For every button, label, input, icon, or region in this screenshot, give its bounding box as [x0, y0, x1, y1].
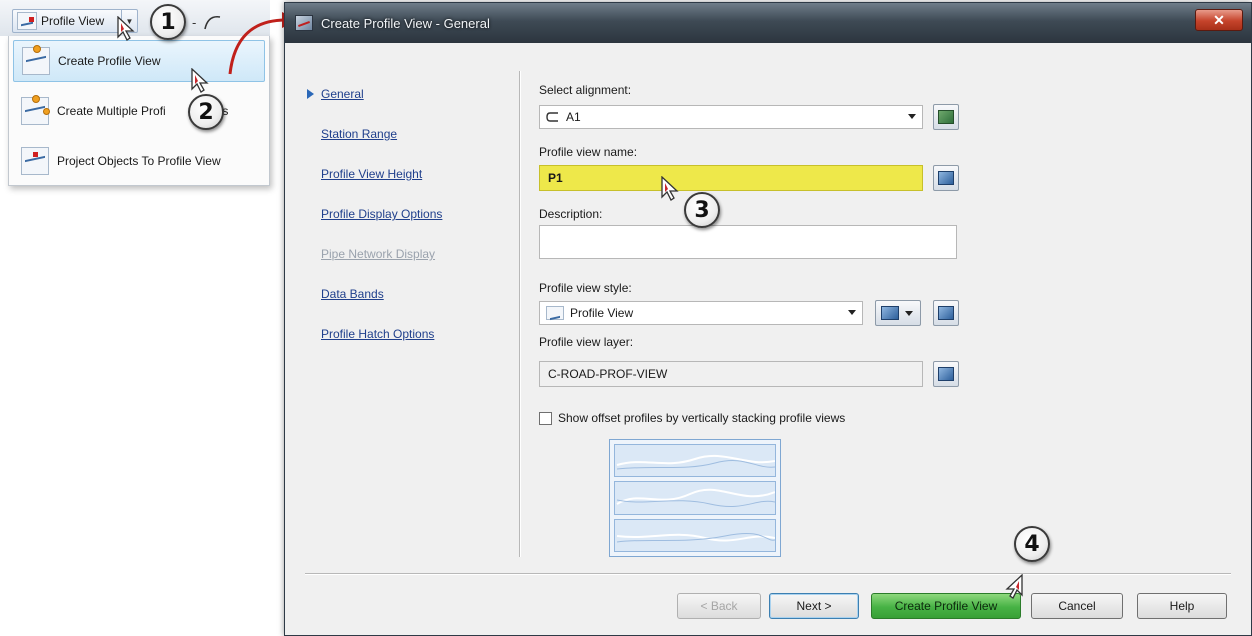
- style-edit-icon: [881, 306, 899, 320]
- button-row-divider: [305, 573, 1231, 575]
- profile-view-split-label: Profile View: [41, 14, 105, 28]
- menu-item-project-objects[interactable]: Project Objects To Profile View: [13, 140, 265, 182]
- callout-4: 4: [1014, 526, 1050, 562]
- description-input[interactable]: [539, 225, 957, 259]
- name-template-icon: [938, 171, 954, 185]
- select-alignment-label: Select alignment:: [539, 83, 632, 97]
- current-page-marker-icon: [307, 89, 314, 99]
- dialog-title: Create Profile View - General: [321, 15, 490, 31]
- curve-tool-icon[interactable]: [202, 13, 222, 31]
- nav-link-data-bands[interactable]: Data Bands: [321, 287, 384, 301]
- preview-panel-bottom: [614, 518, 776, 552]
- create-multiple-profile-views-icon: [21, 95, 50, 125]
- dash-icon[interactable]: -: [192, 15, 196, 30]
- stacking-checkbox-row[interactable]: Show offset profiles by vertically stack…: [539, 411, 845, 425]
- stacking-checkbox[interactable]: [539, 411, 552, 425]
- chevron-down-icon: [908, 114, 916, 119]
- preview-panel-top: [614, 444, 776, 478]
- select-alignment-combo[interactable]: A1: [539, 105, 923, 129]
- wizard-nav: General Station Range Profile View Heigh…: [307, 77, 507, 377]
- mouse-cursor-icon: [117, 16, 135, 41]
- profile-view-style-combo[interactable]: Profile View: [539, 301, 863, 325]
- chevron-down-icon[interactable]: [905, 310, 913, 316]
- create-profile-view-icon: [22, 45, 50, 75]
- preview-panel-middle: [614, 481, 776, 515]
- stacking-checkbox-label: Show offset profiles by vertically stack…: [558, 411, 846, 425]
- menu-item-label: Project Objects To Profile View: [57, 154, 221, 168]
- nav-link-station-range[interactable]: Station Range: [321, 127, 397, 141]
- close-icon: ✕: [1213, 11, 1225, 28]
- layer-icon: [938, 367, 954, 381]
- nav-link-profile-hatch-options[interactable]: Profile Hatch Options: [321, 327, 434, 341]
- profile-view-style-icon: [546, 306, 564, 320]
- help-button-label: Help: [1169, 599, 1195, 613]
- profile-view-name-value: P1: [548, 171, 563, 185]
- pick-style-button[interactable]: [933, 300, 959, 326]
- back-button-label: < Back: [700, 599, 738, 613]
- profile-view-name-label: Profile view name:: [539, 145, 638, 159]
- mouse-cursor-icon: [661, 176, 679, 201]
- help-button[interactable]: Help: [1137, 593, 1227, 619]
- description-label: Description:: [539, 207, 603, 221]
- cancel-button[interactable]: Cancel: [1031, 593, 1123, 619]
- chevron-down-icon: [848, 310, 856, 315]
- nav-link-general[interactable]: General: [321, 87, 364, 101]
- close-button[interactable]: ✕: [1195, 9, 1243, 31]
- nav-link-profile-display-options[interactable]: Profile Display Options: [321, 207, 442, 221]
- profile-view-layer-label: Profile view layer:: [539, 335, 634, 349]
- app-icon: [295, 15, 313, 31]
- profile-view-layer-value: C-ROAD-PROF-VIEW: [548, 367, 668, 381]
- pick-from-drawing-icon: [938, 306, 954, 320]
- profile-view-style-value: Profile View: [570, 306, 634, 320]
- edit-name-template-button[interactable]: [933, 165, 959, 191]
- menu-item-create-multiple-profile-views[interactable]: Create Multiple Profi ws: [13, 90, 265, 132]
- menu-item-label: Create Profile View: [58, 54, 161, 68]
- callout-2: 2: [188, 94, 224, 130]
- next-button-label: Next >: [796, 599, 832, 613]
- vertical-divider: [519, 71, 521, 557]
- select-alignment-value: A1: [566, 110, 581, 124]
- nav-link-pipe-network-display: Pipe Network Display: [321, 247, 436, 261]
- profile-view-name-input[interactable]: P1: [539, 165, 923, 191]
- create-profile-view-button-label: Create Profile View: [894, 599, 998, 613]
- profile-view-style-label: Profile view style:: [539, 281, 632, 295]
- dialog-titlebar[interactable]: Create Profile View - General ✕: [285, 3, 1251, 43]
- create-profile-view-button[interactable]: Create Profile View: [871, 593, 1021, 619]
- callout-3: 3: [684, 192, 720, 228]
- alignment-icon: [546, 112, 558, 122]
- mouse-cursor-icon: [191, 68, 209, 93]
- next-button[interactable]: Next >: [769, 593, 859, 619]
- nav-link-profile-view-height[interactable]: Profile View Height: [321, 167, 422, 181]
- pick-from-drawing-icon: [938, 110, 954, 124]
- menu-item-label: Create Multiple Profi: [57, 104, 166, 118]
- mouse-cursor-icon: [1005, 574, 1023, 599]
- stacked-profile-preview: [609, 439, 781, 557]
- profile-view-icon: [17, 12, 37, 30]
- style-edit-split-button[interactable]: [875, 300, 921, 326]
- project-objects-icon: [21, 147, 49, 175]
- back-button: < Back: [677, 593, 761, 619]
- callout-1: 1: [150, 4, 186, 40]
- cancel-button-label: Cancel: [1058, 599, 1096, 613]
- create-profile-view-dialog: Create Profile View - General ✕ General …: [284, 2, 1252, 636]
- layer-button[interactable]: [933, 361, 959, 387]
- profile-view-layer-field: C-ROAD-PROF-VIEW: [539, 361, 923, 387]
- pick-alignment-button[interactable]: [933, 104, 959, 130]
